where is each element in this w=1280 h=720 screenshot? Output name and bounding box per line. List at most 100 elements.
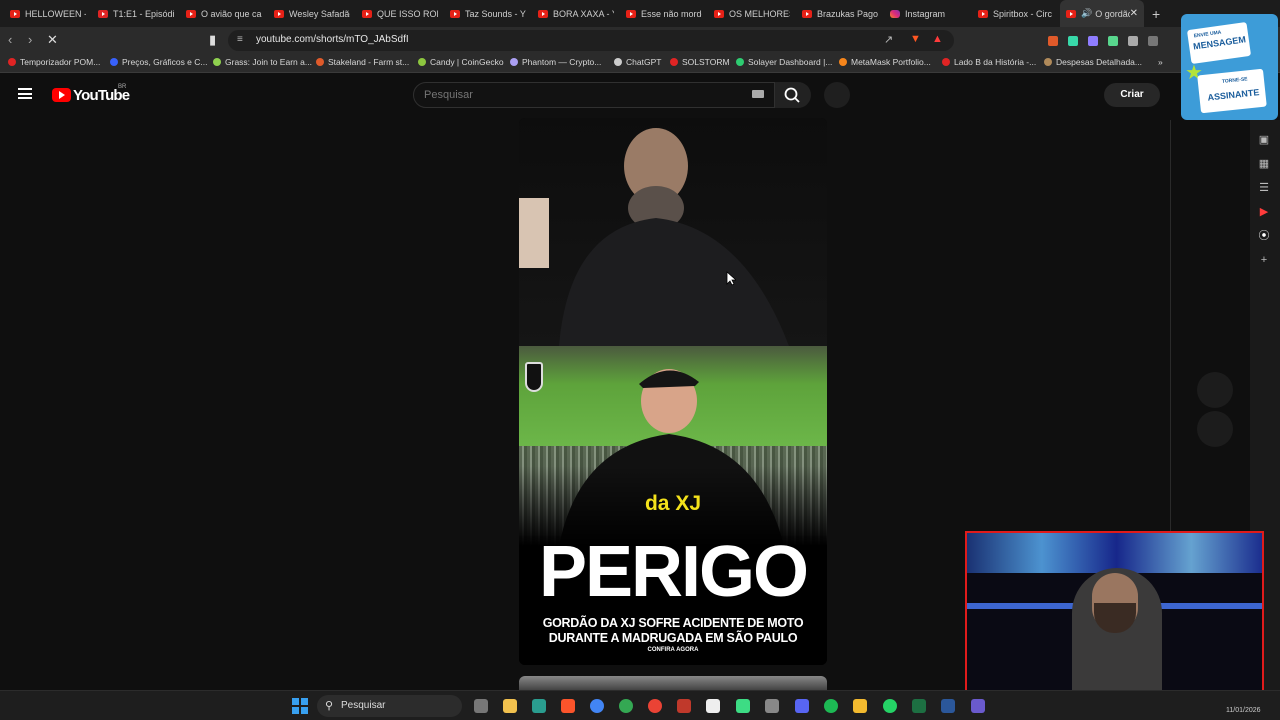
youtube-sidebar-icon[interactable]: ▶ [1258,206,1270,218]
tab-title: Taz Sounds - Y [465,8,526,19]
brave-rewards-icon[interactable]: ▲ [932,33,943,45]
chrome-icon-3[interactable] [648,699,662,713]
next-short-preview[interactable] [519,676,827,690]
extension-phantom-icon[interactable] [1088,36,1098,46]
browser-tab[interactable]: T1:E1 - Episódio [92,0,180,27]
bookmark-item[interactable]: Grass: Join to Earn a... [213,57,312,67]
spotify-icon[interactable] [824,699,838,713]
next-short-button[interactable] [1197,411,1233,447]
youtube-icon [450,9,460,18]
browser-tab[interactable]: Spiritbox - Circ [972,0,1060,27]
create-button[interactable]: Criar [1104,83,1160,107]
stream-alert-widget: ENVIE UMA MENSAGEM ★ TORNE-SE ASSINANTE [1181,14,1278,120]
extension-w-icon[interactable] [1108,36,1118,46]
wallet-icon[interactable]: ▣ [1258,134,1270,146]
browser-tab[interactable]: BORA XAXA - Y [532,0,620,27]
tab-title: Esse não morde [641,8,702,19]
voice-search-button[interactable] [824,82,850,108]
tab-title: HELLOWEEN - [25,8,86,19]
reading-list-icon[interactable]: ☰ [1258,182,1270,194]
browser-tab[interactable]: Wesley Safadão [268,0,356,27]
address-url[interactable]: youtube.com/shorts/mTO_JAbSdfI [256,34,409,45]
browser-tab[interactable]: Taz Sounds - Y [444,0,532,27]
search-button[interactable] [775,82,811,108]
youtube-icon [98,9,108,18]
extensions-puzzle-icon[interactable] [1128,36,1138,46]
browser-tab[interactable]: OS MELHORES [708,0,796,27]
taskbar-search[interactable]: ⚲ Pesquisar [317,695,462,717]
bookmark-favicon-icon [1044,58,1052,66]
bookmark-page-icon[interactable]: ▮ [209,32,216,48]
forward-icon[interactable]: › [28,32,32,47]
search-input[interactable] [413,82,775,108]
windows-start-icon[interactable] [292,698,308,714]
tab-title: Instagram [905,8,946,19]
app-icon-2[interactable] [677,699,691,713]
bookmark-item[interactable]: Solayer Dashboard |... [736,57,832,67]
streamer-webcam [965,531,1264,698]
app-icon-3[interactable] [706,699,720,713]
bookmark-item[interactable]: Despesas Detalhada... [1044,57,1142,67]
hamburger-menu-icon[interactable] [18,88,32,99]
back-icon[interactable]: ‹ [8,32,12,47]
app-icon-6[interactable] [795,699,809,713]
bookmark-item[interactable]: Phantom — Crypto... [510,57,601,67]
browser-tab[interactable]: Brazukas Pago [796,0,884,27]
bookmark-item[interactable]: SOLSTORM [670,57,730,67]
bookmark-favicon-icon [8,58,16,66]
bookmark-item[interactable]: MetaMask Portfolio... [839,57,931,67]
chatgpt-sidebar-icon[interactable]: ⦿ [1258,230,1270,242]
bookmark-item[interactable]: Temporizador POM... [8,57,100,67]
chrome-icon-2[interactable] [619,699,633,713]
site-info-icon[interactable]: ≡ [237,34,243,45]
close-tab-icon[interactable]: ✕ [1130,8,1138,19]
file-explorer-icon[interactable] [503,699,517,713]
bookmarks-panel-icon[interactable]: ▦ [1258,158,1270,170]
app-icon-7[interactable] [971,699,985,713]
brave-shields-icon[interactable]: ▼ [910,33,921,45]
browser-tab[interactable]: QUE ISSO ROB [356,0,444,27]
app-icon-4[interactable] [736,699,750,713]
bookmark-favicon-icon [316,58,324,66]
bookmark-item[interactable]: Stakeland - Farm st... [316,57,409,67]
excel-icon[interactable] [912,699,926,713]
browser-tab[interactable]: 🔊 O gordão ✕ [1060,0,1144,27]
brave-browser-icon[interactable] [561,699,575,713]
new-tab-button[interactable]: + [1152,6,1160,22]
bookmark-favicon-icon [614,58,622,66]
speaker-icon[interactable]: 🔊 [1081,8,1092,19]
youtube-icon [978,9,988,18]
binance-icon[interactable] [853,699,867,713]
previous-short-button[interactable] [1197,372,1233,408]
bookmark-item[interactable]: Lado B da História -... [942,57,1036,67]
extension-fox-icon[interactable] [1048,36,1058,46]
bookmark-item[interactable]: Preços, Gráficos e C... [110,57,208,67]
bookmark-label: Solayer Dashboard |... [748,57,833,67]
app-icon-1[interactable] [532,699,546,713]
stop-loading-icon[interactable]: ✕ [47,32,58,48]
word-icon[interactable] [941,699,955,713]
bookmark-label: Stakeland - Farm st... [328,57,410,67]
whatsapp-icon[interactable] [883,699,897,713]
bookmark-item[interactable]: Candy | CoinGecko [418,57,504,67]
chrome-icon-1[interactable] [590,699,604,713]
task-view-icon[interactable] [474,699,488,713]
club-crest-icon [525,362,543,392]
more-bookmarks-icon[interactable]: » [1158,57,1163,67]
shorts-video-player[interactable]: da XJ PERIGO GORDÃO DA XJ SOFRE ACIDENTE… [519,118,827,665]
youtube-logo-icon[interactable] [52,88,71,102]
sidebar-toggle-icon[interactable] [1148,36,1158,46]
browser-tab[interactable]: HELLOWEEN - [4,0,92,27]
app-icon-5[interactable] [765,699,779,713]
bookmark-item[interactable]: ChatGPT [614,57,661,67]
extension-green-icon[interactable] [1068,36,1078,46]
message-card: ENVIE UMA MENSAGEM [1186,21,1252,65]
browser-tab[interactable]: O avião que ca [180,0,268,27]
keyboard-icon[interactable] [752,90,764,98]
browser-tab[interactable]: Esse não morde [620,0,708,27]
share-icon[interactable]: ↗ [884,33,893,46]
address-bar[interactable]: ≡ youtube.com/shorts/mTO_JAbSdfI ↗ ▼ ▲ [228,30,954,51]
add-panel-icon[interactable]: + [1258,254,1270,266]
browser-tab[interactable]: Instagram [884,0,972,27]
tab-title: O gordão [1095,8,1130,19]
